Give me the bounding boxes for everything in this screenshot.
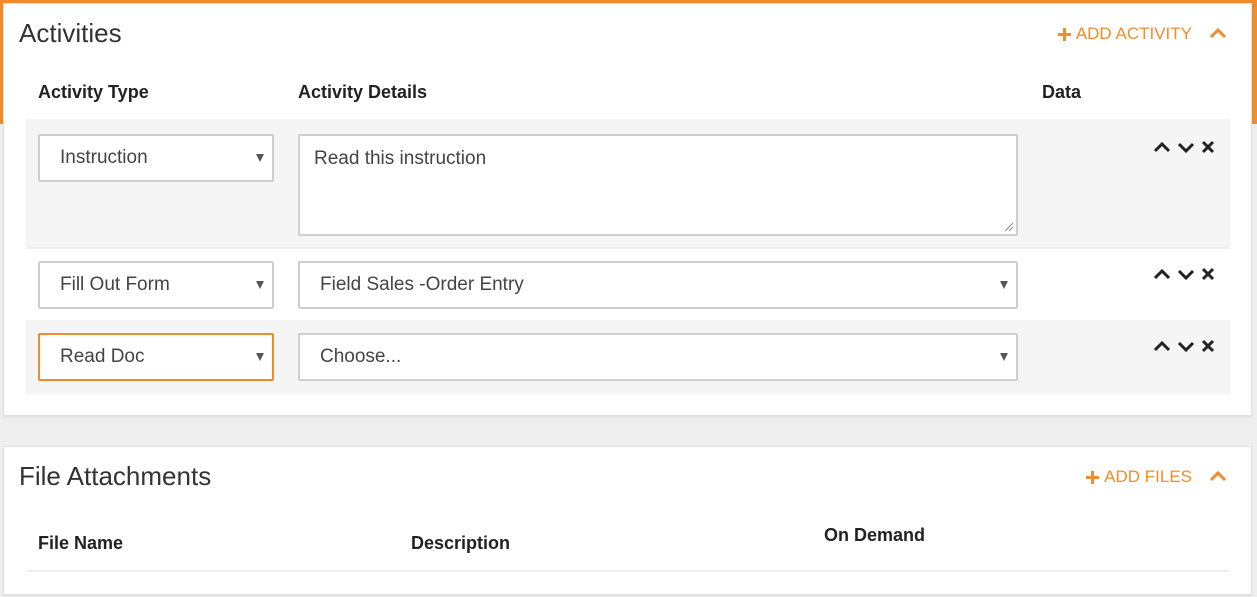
file-attachments-title: File Attachments [19,461,212,491]
column-file-name: File Name [38,533,124,553]
row-controls [1152,139,1216,155]
delete-icon[interactable] [1200,266,1216,282]
activity-type-select[interactable]: Instruction [38,134,274,182]
activity-type-value: Fill Out Form [60,274,170,295]
move-down-icon[interactable] [1176,139,1196,155]
caret-down-icon [1000,281,1008,289]
caret-down-icon [256,281,264,289]
column-activity-details: Activity Details [298,82,428,102]
activity-type-value: Read Doc [60,346,145,367]
add-activity-label: ADD ACTIVITY [1075,24,1192,43]
activities-panel: Activities ADD ACTIVITY Activity Type Ac… [3,3,1252,416]
chevron-up-icon[interactable] [1209,26,1227,40]
activity-details-text: Read this instruction [314,148,487,169]
file-attachments-panel: File Attachments ADD FILES File Name Des… [3,446,1252,595]
activity-details-select[interactable]: Choose... [298,333,1018,381]
caret-down-icon [256,353,264,361]
plus-icon [1057,27,1071,41]
plus-icon [1086,470,1100,484]
caret-down-icon [256,154,264,162]
column-data: Data [1042,82,1082,102]
move-up-icon[interactable] [1152,139,1172,155]
add-activity-button[interactable]: ADD ACTIVITY [1057,24,1192,44]
activity-type-select[interactable]: Fill Out Form [38,261,274,309]
move-down-icon[interactable] [1176,266,1196,282]
delete-icon[interactable] [1200,338,1216,354]
move-down-icon[interactable] [1176,338,1196,354]
activity-details-value: Field Sales -Order Entry [320,274,524,295]
activity-row: Fill Out Form Field Sales -Order Entry [26,249,1230,320]
column-on-demand: On Demand [824,525,926,545]
column-activity-type: Activity Type [38,82,149,102]
table-header-divider [26,570,1230,572]
activities-title: Activities [19,18,122,48]
add-files-label: ADD FILES [1104,467,1192,486]
row-controls [1152,266,1216,282]
add-files-button[interactable]: ADD FILES [1086,467,1192,487]
activity-details-select[interactable]: Field Sales -Order Entry [298,261,1018,309]
move-up-icon[interactable] [1152,266,1172,282]
activity-row: Read Doc Choose... [26,320,1230,394]
activity-details-textarea[interactable]: Read this instruction [298,134,1018,236]
move-up-icon[interactable] [1152,338,1172,354]
activity-row: Instruction Read this instruction [26,119,1230,247]
activity-type-value: Instruction [60,147,148,168]
resize-grip-icon[interactable] [1004,222,1014,232]
activity-type-select[interactable]: Read Doc [38,333,274,381]
caret-down-icon [1000,353,1008,361]
column-description: Description [411,533,511,553]
activity-details-value: Choose... [320,346,402,367]
chevron-up-icon[interactable] [1209,469,1227,483]
delete-icon[interactable] [1200,139,1216,155]
row-controls [1152,338,1216,354]
